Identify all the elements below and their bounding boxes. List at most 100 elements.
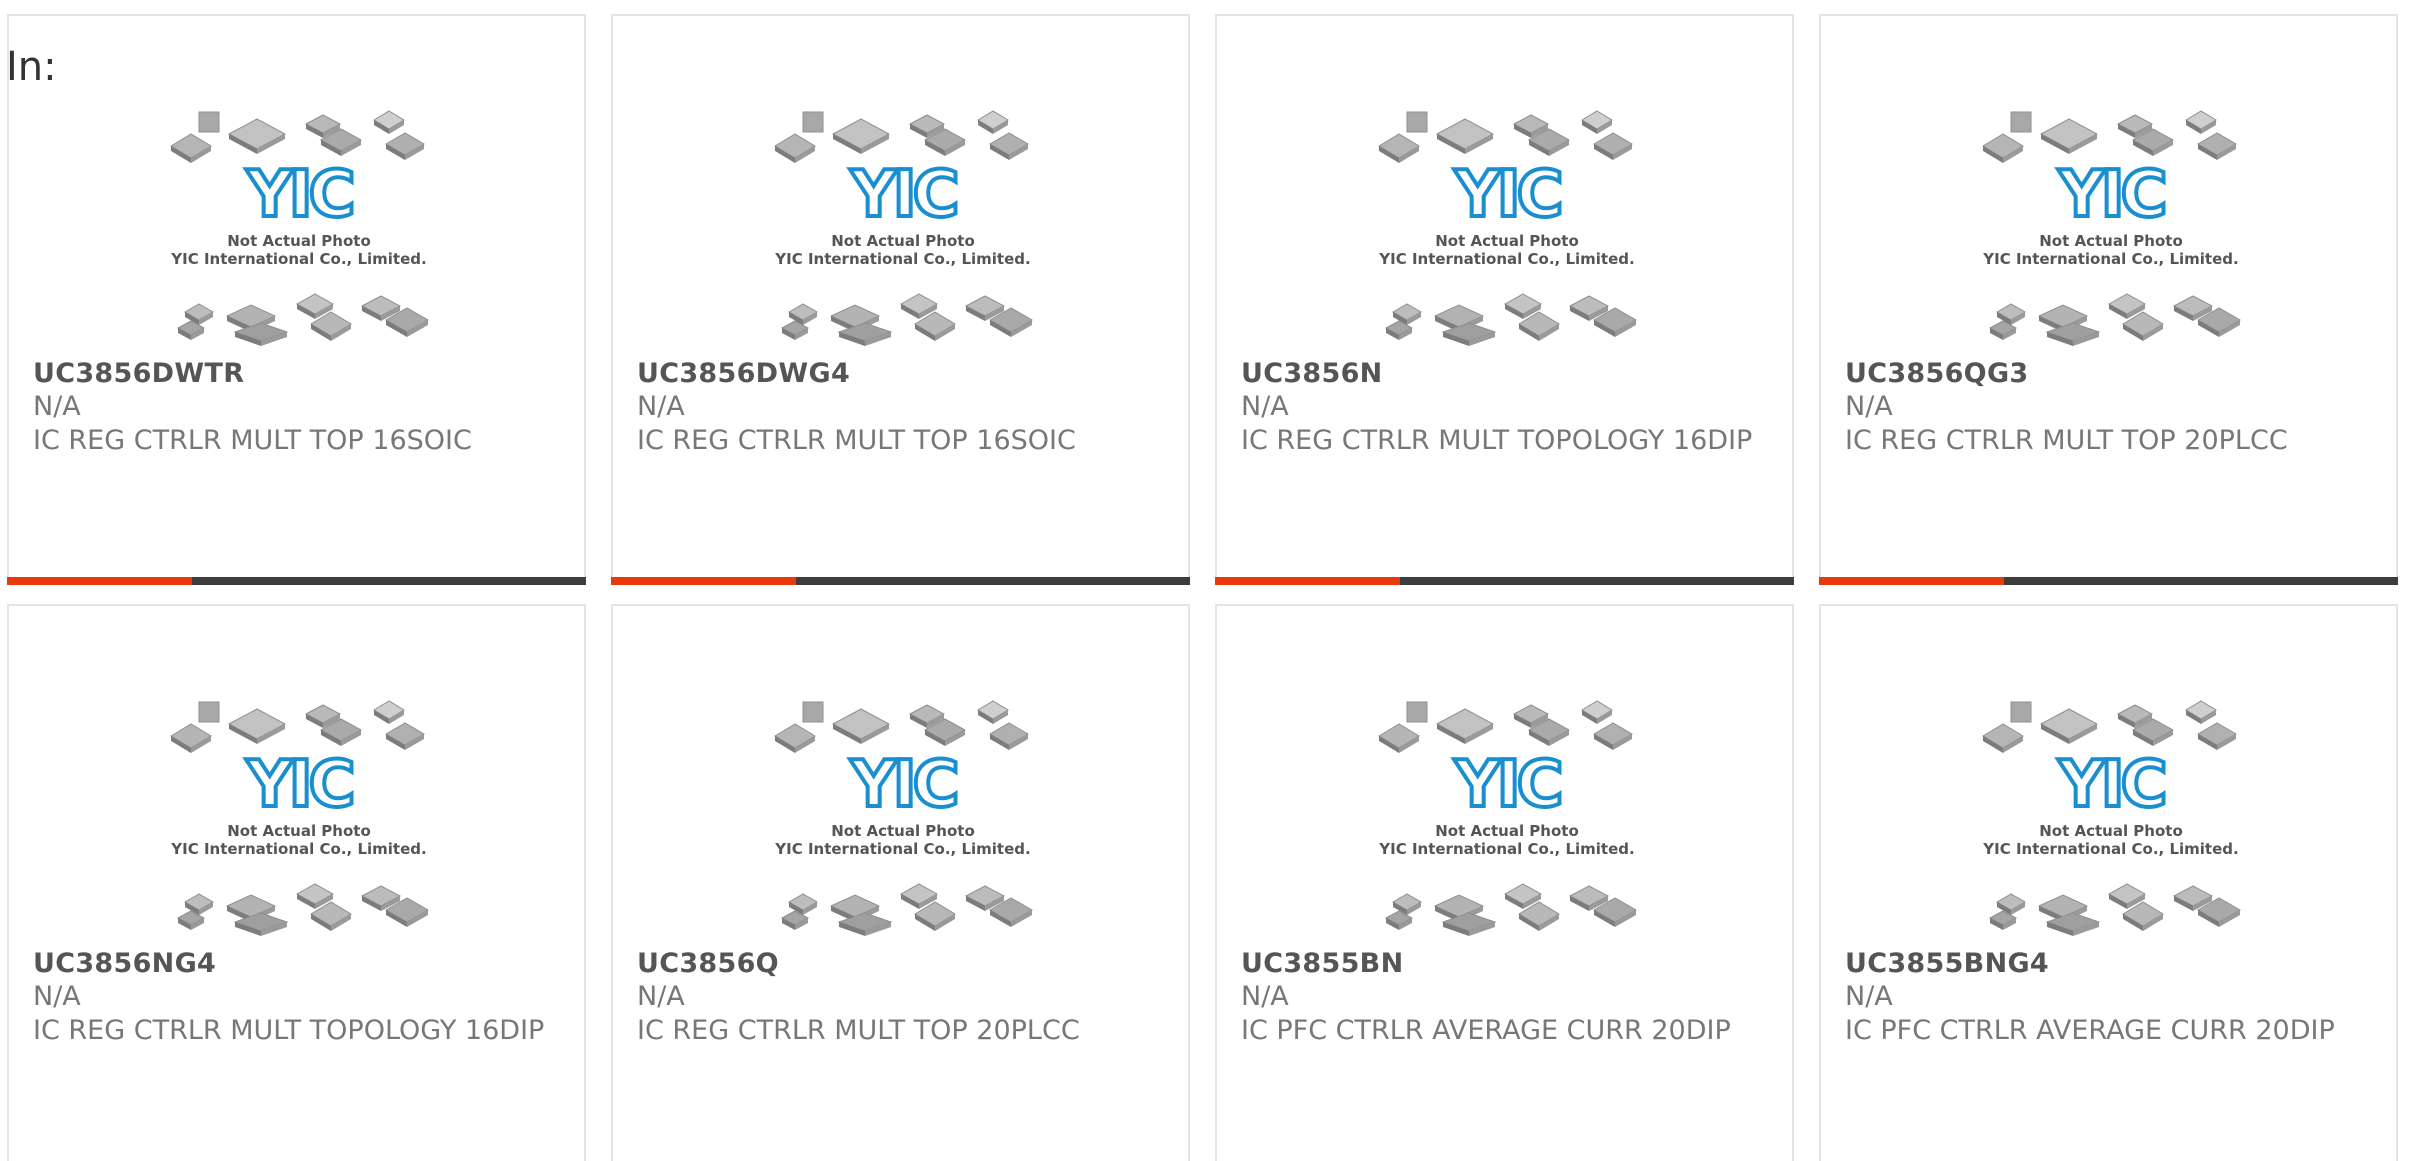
part-number[interactable]: UC3855BNG4 — [1845, 948, 2049, 979]
part-number[interactable]: UC3856QG3 — [1845, 358, 2029, 389]
thumb-caption-1: Not Actual Photo — [1435, 822, 1579, 840]
chip-icon — [2010, 701, 2032, 723]
in-label: In: — [6, 44, 57, 90]
description: IC REG CTRLR MULT TOPOLOGY 16DIP — [33, 1015, 545, 1046]
chip-icon — [2039, 708, 2099, 740]
chip-cluster — [1982, 110, 2237, 163]
manufacturer: N/A — [33, 981, 81, 1012]
chip-icon — [2010, 111, 2032, 133]
chip-icon — [802, 701, 824, 723]
chip-placeholder-image: YICNot Actual PhotoYIC International Co.… — [1982, 700, 2241, 936]
description: IC REG CTRLR MULT TOP 20PLCC — [1845, 425, 2288, 456]
product-card[interactable]: YIC Not Actual Photo YIC International Co.… — [7, 604, 586, 1161]
thumb-caption-1: Not Actual Photo — [227, 232, 371, 250]
manufacturer: N/A — [637, 391, 685, 422]
chip-cluster — [1384, 293, 1637, 346]
thumb-caption-2: YIC International Co., Limited. — [170, 840, 426, 858]
chip-cluster — [1988, 883, 2241, 936]
chip-cluster — [1384, 883, 1637, 936]
description: IC REG CTRLR MULT TOPOLOGY 16DIP — [1241, 425, 1753, 456]
yic-logo: YIC — [849, 158, 955, 232]
chip-cluster — [1378, 110, 1633, 163]
chip-cluster — [774, 700, 1029, 753]
product-card[interactable]: YIC Not Actual Photo YIC International Co.… — [7, 14, 586, 585]
chip-cluster — [1988, 293, 2241, 346]
chip-placeholder-image: YICNot Actual PhotoYIC International Co.… — [170, 700, 429, 936]
thumb-caption-2: YIC International Co., Limited. — [170, 250, 426, 268]
manufacturer: N/A — [1845, 981, 1893, 1012]
chip-icon — [198, 111, 220, 133]
product-card[interactable]: YIC Not Actual Photo YIC International Co.… — [1819, 604, 2398, 1161]
chip-cluster — [170, 700, 425, 753]
chip-icon — [831, 118, 891, 150]
product-card[interactable]: YIC Not Actual Photo YIC International Co.… — [1819, 14, 2398, 585]
card-bottom-bar — [7, 577, 586, 585]
product-card[interactable]: YIC Not Actual Photo YIC International Co.… — [1215, 604, 1794, 1161]
card-accent — [1819, 577, 2005, 585]
manufacturer: N/A — [1241, 391, 1289, 422]
thumb-caption-1: Not Actual Photo — [2039, 232, 2183, 250]
chip-placeholder-image: YICNot Actual PhotoYIC International Co.… — [1378, 110, 1637, 346]
chip-icon — [1406, 701, 1428, 723]
thumb-caption-2: YIC International Co., Limited. — [774, 250, 1030, 268]
part-number[interactable]: UC3856DWG4 — [637, 358, 850, 389]
card-accent — [1215, 577, 1401, 585]
part-number[interactable]: UC3855BN — [1241, 948, 1403, 979]
chip-icon — [1435, 708, 1495, 740]
chip-icon — [1435, 118, 1495, 150]
thumb-caption-1: Not Actual Photo — [831, 232, 975, 250]
chip-placeholder-image: YICNot Actual PhotoYIC International Co.… — [1378, 700, 1637, 936]
description: IC PFC CTRLR AVERAGE CURR 20DIP — [1241, 1015, 1731, 1046]
thumb-caption-2: YIC International Co., Limited. — [1378, 840, 1634, 858]
chip-icon — [227, 708, 287, 740]
yic-logo: YIC — [2057, 748, 2163, 822]
chip-cluster — [170, 110, 425, 163]
product-grid-page: YIC Not Actual Photo YIC International Co.… — [0, 0, 2410, 1161]
thumb-caption-2: YIC International Co., Limited. — [774, 840, 1030, 858]
thumb-caption-2: YIC International Co., Limited. — [1378, 250, 1634, 268]
chip-cluster — [780, 883, 1033, 936]
manufacturer: N/A — [1241, 981, 1289, 1012]
thumb-caption-1: Not Actual Photo — [227, 822, 371, 840]
chip-icon — [198, 701, 220, 723]
product-card[interactable]: YIC Not Actual Photo YIC International Co.… — [1215, 14, 1794, 585]
chip-icon — [1406, 111, 1428, 133]
yic-logo: YIC — [849, 748, 955, 822]
thumb-caption-2: YIC International Co., Limited. — [1982, 840, 2238, 858]
yic-logo: YIC — [245, 158, 351, 232]
thumb-caption-2: YIC International Co., Limited. — [1982, 250, 2238, 268]
card-bottom-bar — [1819, 577, 2398, 585]
description: IC REG CTRLR MULT TOP 16SOIC — [637, 425, 1076, 456]
product-card[interactable]: YIC Not Actual Photo YIC International Co.… — [611, 14, 1190, 585]
chip-placeholder-image: YICNot Actual PhotoYIC International Co.… — [774, 700, 1033, 936]
chip-placeholder-image: YICNot Actual PhotoYIC International Co.… — [170, 110, 429, 346]
thumb-caption-1: Not Actual Photo — [831, 822, 975, 840]
yic-logo: YIC — [1453, 748, 1559, 822]
card-accent — [611, 577, 797, 585]
card-bottom-bar — [611, 577, 1190, 585]
chip-cluster — [1378, 700, 1633, 753]
chip-cluster — [176, 293, 429, 346]
card-accent — [7, 577, 193, 585]
chip-icon — [802, 111, 824, 133]
chip-placeholder-image: YICNot Actual PhotoYIC International Co.… — [1982, 110, 2241, 346]
manufacturer: N/A — [33, 391, 81, 422]
chip-cluster — [1982, 700, 2237, 753]
chip-cluster — [176, 883, 429, 936]
chip-cluster — [780, 293, 1033, 346]
chip-icon — [227, 118, 287, 150]
part-number[interactable]: UC3856NG4 — [33, 948, 216, 979]
description: IC REG CTRLR MULT TOP 16SOIC — [33, 425, 472, 456]
description: IC PFC CTRLR AVERAGE CURR 20DIP — [1845, 1015, 2335, 1046]
part-number[interactable]: UC3856N — [1241, 358, 1383, 389]
part-number[interactable]: UC3856Q — [637, 948, 779, 979]
description: IC REG CTRLR MULT TOP 20PLCC — [637, 1015, 1080, 1046]
card-bottom-bar — [1215, 577, 1794, 585]
yic-logo: YIC — [245, 748, 351, 822]
product-card[interactable]: YIC Not Actual Photo YIC International Co.… — [611, 604, 1190, 1161]
part-number[interactable]: UC3856DWTR — [33, 358, 244, 389]
manufacturer: N/A — [1845, 391, 1893, 422]
yic-logo: YIC — [1453, 158, 1559, 232]
chip-icon — [2039, 118, 2099, 150]
thumb-caption-1: Not Actual Photo — [2039, 822, 2183, 840]
